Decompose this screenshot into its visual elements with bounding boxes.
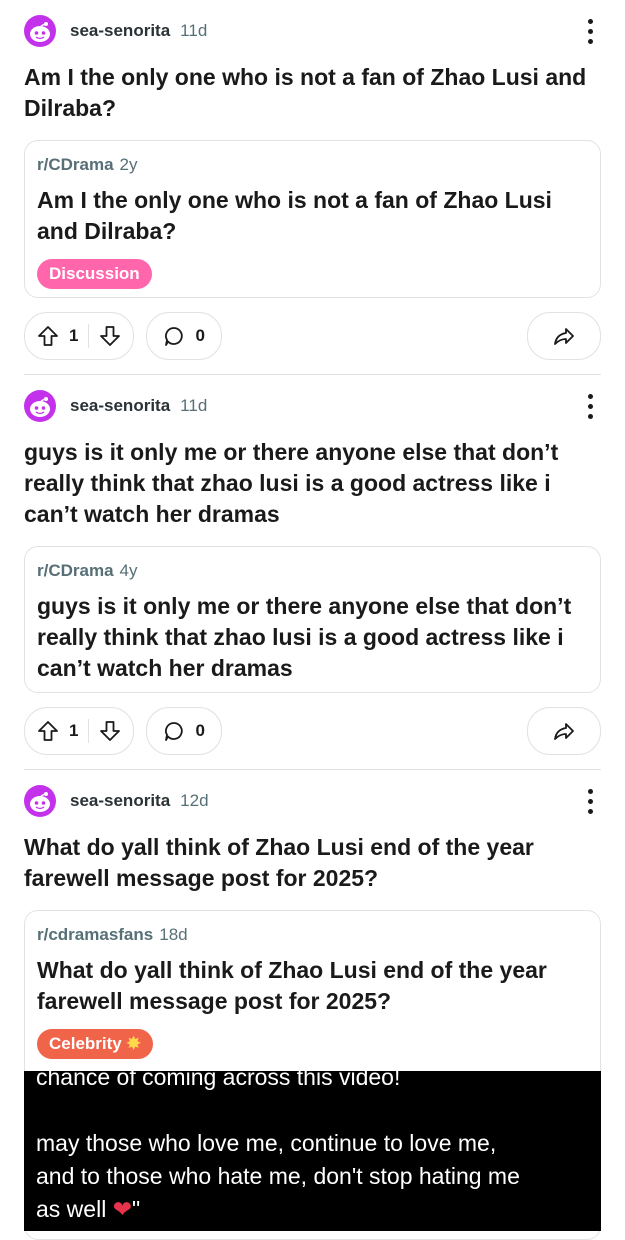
share-button[interactable]	[527, 707, 601, 755]
username[interactable]: sea-senorita	[70, 791, 170, 811]
post-header: sea-senorita 11d	[24, 14, 601, 48]
crosspost-title[interactable]: What do yall think of Zhao Lusi end of t…	[37, 955, 588, 1017]
comment-count: 0	[195, 326, 205, 345]
more-options-icon[interactable]	[583, 784, 597, 818]
comments-button[interactable]: 0	[146, 312, 222, 360]
more-options-icon[interactable]	[583, 389, 597, 423]
crosspost-title[interactable]: guys is it only me or there anyone else …	[37, 591, 588, 684]
flair-label: Celebrity	[49, 1034, 122, 1053]
comment-icon	[163, 720, 185, 742]
crosspost-meta: r/cdramasfans 18d	[37, 923, 588, 947]
post-age: 12d	[180, 791, 209, 810]
post-title[interactable]: Am I the only one who is not a fan of Zh…	[24, 62, 601, 124]
flair-badge[interactable]: Discussion	[37, 259, 152, 289]
post-header: sea-senorita 11d	[24, 389, 601, 423]
post-card[interactable]: sea-senorita 11d guys is it only me or t…	[0, 375, 625, 770]
upvote-icon[interactable]	[37, 325, 59, 347]
user-avatar-icon[interactable]	[24, 390, 56, 422]
post-actions: 1 0	[24, 312, 601, 360]
post-age: 11d	[180, 21, 208, 40]
crosspost-meta: r/CDrama 4y	[37, 559, 588, 583]
video-caption-line: chance of coming across this video!	[36, 1071, 401, 1090]
crosspost-card[interactable]: r/cdramasfans 18d What do yall think of Z…	[24, 910, 601, 1240]
vote-divider	[88, 719, 90, 743]
comments-button[interactable]: 0	[146, 707, 222, 755]
crosspost-age: 4y	[119, 561, 138, 580]
vote-count: 1	[69, 721, 79, 740]
post-title[interactable]: guys is it only me or there anyone else …	[24, 437, 601, 530]
vote-divider	[88, 324, 90, 348]
flair-badge[interactable]: Celebrity ✸	[37, 1029, 153, 1059]
downvote-icon[interactable]	[99, 720, 121, 742]
post-title[interactable]: What do yall think of Zhao Lusi end of t…	[24, 832, 601, 894]
share-button[interactable]	[527, 312, 601, 360]
video-caption-line: as well ❤"	[36, 1193, 589, 1226]
crosspost-subreddit[interactable]: r/cdramasfans	[37, 925, 153, 944]
post-actions: 1 0	[24, 707, 601, 755]
crosspost-card[interactable]: r/CDrama 2y Am I the only one who is not …	[24, 140, 601, 298]
post-header: sea-senorita 12d	[24, 784, 601, 818]
comment-count: 0	[195, 721, 205, 740]
post-card[interactable]: sea-senorita 11d Am I the only one who i…	[0, 0, 625, 375]
comment-icon	[163, 325, 185, 347]
user-avatar-icon[interactable]	[24, 15, 56, 47]
share-icon	[553, 720, 575, 742]
user-avatar-icon[interactable]	[24, 785, 56, 817]
video-caption-line: may those who love me, continue to love …	[36, 1130, 497, 1156]
vote-count: 1	[69, 326, 79, 345]
crosspost-age: 2y	[119, 155, 138, 174]
username[interactable]: sea-senorita	[70, 396, 170, 416]
crosspost-age: 18d	[159, 925, 188, 944]
upvote-icon[interactable]	[37, 720, 59, 742]
downvote-icon[interactable]	[99, 325, 121, 347]
crosspost-title[interactable]: Am I the only one who is not a fan of Zh…	[37, 185, 588, 247]
video-caption-line: and to those who hate me, don't stop hat…	[36, 1163, 520, 1189]
crosspost-subreddit[interactable]: r/CDrama	[37, 561, 114, 580]
crosspost-card[interactable]: r/CDrama 4y guys is it only me or there a…	[24, 546, 601, 693]
video-preview[interactable]: chance of coming across this video! may …	[24, 1071, 601, 1231]
share-icon	[553, 325, 575, 347]
post-age: 11d	[180, 396, 208, 415]
more-options-icon[interactable]	[583, 14, 597, 48]
crosspost-meta: r/CDrama 2y	[37, 153, 588, 177]
sparkle-icon: ✸	[126, 1034, 141, 1053]
vote-control: 1	[24, 707, 135, 755]
post-card[interactable]: sea-senorita 12d What do yall think of Z…	[0, 770, 625, 1240]
username[interactable]: sea-senorita	[70, 21, 170, 41]
vote-control: 1	[24, 312, 135, 360]
crosspost-subreddit[interactable]: r/CDrama	[37, 155, 114, 174]
